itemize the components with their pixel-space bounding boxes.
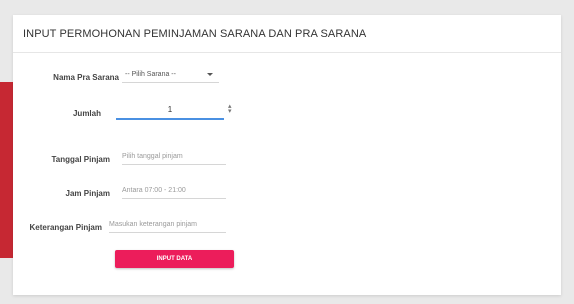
jumlah-input[interactable]: 1 xyxy=(116,102,224,120)
chevron-down-icon xyxy=(207,73,213,76)
tanggal-input[interactable]: Pilih tanggal pinjam xyxy=(122,150,226,165)
number-stepper-icon[interactable]: ▴ ▾ xyxy=(228,103,232,115)
sarana-select-value: -- Pilih Sarana -- xyxy=(125,71,176,78)
sarana-select[interactable]: -- Pilih Sarana -- xyxy=(122,68,219,83)
jumlah-label: Jumlah xyxy=(72,109,101,118)
input-data-button[interactable]: INPUT DATA xyxy=(115,250,234,268)
form-card: INPUT PERMOHONAN PEMINJAMAN SARANA DAN P… xyxy=(13,15,561,295)
jam-input[interactable]: Antara 07:00 - 21:00 xyxy=(122,184,226,199)
form-title: INPUT PERMOHONAN PEMINJAMAN SARANA DAN P… xyxy=(13,15,561,53)
keterangan-label: Keterangan Pinjam xyxy=(29,223,102,232)
keterangan-input[interactable]: Masukan keterangan pinjam xyxy=(109,218,226,233)
sarana-label: Nama Pra Sarana xyxy=(53,73,119,82)
jam-label: Jam Pinjam xyxy=(65,189,110,198)
tanggal-label: Tanggal Pinjam xyxy=(51,155,110,164)
